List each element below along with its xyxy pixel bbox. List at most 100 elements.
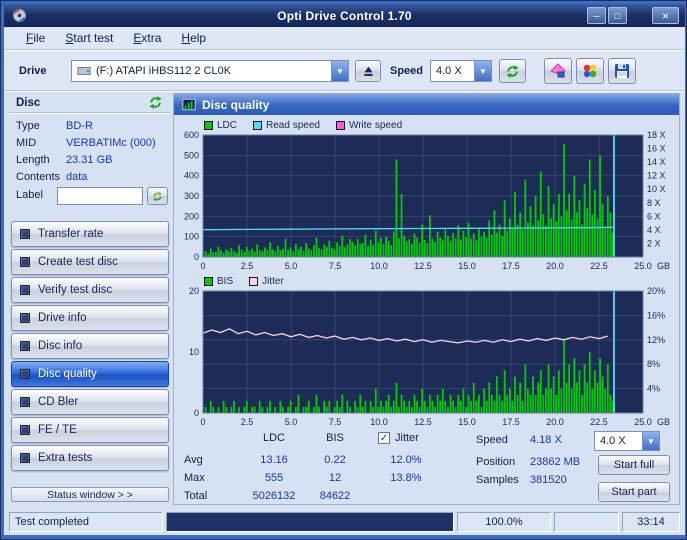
svg-text:4 X: 4 X	[647, 225, 661, 235]
ldc-swatch-icon	[204, 121, 213, 130]
sidebar: Disc Type BD-R MID VERBATIMc (000) Lengt…	[9, 93, 171, 505]
jitter-swatch-icon	[249, 277, 258, 286]
svg-text:12 X: 12 X	[647, 171, 666, 181]
svg-text:12.5: 12.5	[414, 417, 432, 427]
start-full-button[interactable]: Start full	[598, 455, 670, 475]
disc-refresh-icon[interactable]	[148, 95, 163, 110]
svg-text:5.0: 5.0	[285, 417, 298, 427]
svg-text:14 X: 14 X	[647, 157, 666, 167]
eject-button[interactable]	[355, 60, 381, 82]
svg-text:8 X: 8 X	[647, 198, 661, 208]
samples-stat-value: 381520	[530, 474, 567, 486]
close-icon: ×	[662, 9, 669, 23]
transfer-rate-icon	[20, 229, 30, 239]
sidebar-button-create-test-disc[interactable]: Create test disc	[11, 249, 169, 275]
titlebar: Opti Drive Control 1.70 ─ □ ×	[4, 4, 685, 27]
speed-combobox[interactable]: 4.0 X ▼	[430, 60, 492, 82]
disc-quality-panel: Disc quality LDC Read speed Write speed …	[173, 93, 680, 505]
sidebar-button-label: CD Bler	[38, 396, 78, 408]
close-button[interactable]: ×	[652, 7, 679, 24]
ldc-avg-value: 13.16	[238, 454, 310, 466]
svg-text:100: 100	[184, 232, 199, 242]
read-speed-swatch-icon	[253, 121, 262, 130]
sidebar-button-transfer-rate[interactable]: Transfer rate	[11, 221, 169, 247]
cd-bler-icon	[20, 397, 30, 407]
start-part-button[interactable]: Start part	[598, 482, 670, 502]
erase-disc-icon	[550, 63, 566, 79]
speed-stat-value: 4.18 X	[530, 434, 562, 446]
speed-combobox-arrow-icon[interactable]: ▼	[474, 61, 491, 81]
test-speed-combobox-arrow-icon[interactable]: ▼	[642, 432, 659, 450]
status-window-button[interactable]: Status window > >	[11, 487, 169, 502]
app-window: Opti Drive Control 1.70 ─ □ × File Start…	[0, 0, 687, 540]
menu-item-start-test[interactable]: Start test	[55, 29, 123, 47]
svg-text:22.5: 22.5	[590, 261, 608, 271]
disc-info-row-type: Type BD-R	[9, 118, 171, 135]
colors-icon	[582, 63, 598, 79]
create-test-disc-icon	[20, 257, 30, 267]
menu-item-file[interactable]: File	[16, 29, 55, 47]
save-button[interactable]	[608, 58, 636, 84]
ldc-speed-chart: 01002003004005006002 X4 X6 X8 X10 X12 X1…	[175, 131, 678, 271]
sidebar-button-drive-info[interactable]: Drive info	[11, 305, 169, 331]
disc-info-row-mid: MID VERBATIMc (000)	[9, 135, 171, 152]
sidebar-button-disc-quality[interactable]: Disc quality	[11, 361, 169, 387]
test-speed-combobox-value: 4.0 X	[600, 435, 626, 447]
svg-text:12.5: 12.5	[414, 261, 432, 271]
label-refresh-icon	[152, 191, 163, 202]
label-input[interactable]	[57, 187, 143, 205]
svg-text:20.0: 20.0	[546, 417, 564, 427]
client-area: File Start test Extra Help Drive (F:) AT…	[4, 27, 685, 535]
maximize-button[interactable]: □	[608, 7, 627, 24]
legend-jitter: Jitter	[249, 276, 284, 287]
sidebar-button-disc-info[interactable]: Disc info	[11, 333, 169, 359]
type-label: Type	[16, 120, 40, 132]
speed-combobox-value: 4.0 X	[436, 65, 462, 77]
test-speed-combobox[interactable]: 4.0 X ▼	[594, 431, 660, 451]
bis-jitter-chart: 010204%8%12%16%20%02.55.07.510.012.515.0…	[175, 287, 678, 427]
bottom-chart-legend: BIS Jitter	[204, 275, 284, 287]
svg-text:500: 500	[184, 150, 199, 160]
label-label: Label	[16, 189, 43, 201]
jitter-max-value: 13.8%	[374, 472, 438, 484]
length-label: Length	[16, 154, 50, 166]
svg-text:0: 0	[200, 261, 205, 271]
legend-write-speed: Write speed	[336, 120, 402, 131]
svg-text:400: 400	[184, 171, 199, 181]
sidebar-button-extra-tests[interactable]: Extra tests	[11, 445, 169, 471]
refresh-icon	[505, 64, 520, 79]
options-colors-button[interactable]	[576, 58, 604, 84]
sidebar-button-fe-te[interactable]: FE / TE	[11, 417, 169, 443]
disc-quality-title: Disc quality	[202, 98, 269, 112]
bis-legend-label: BIS	[217, 276, 233, 287]
jitter-checkbox[interactable]: ✓	[378, 432, 390, 444]
disc-quality-header-icon	[182, 98, 196, 111]
minimize-button[interactable]: ─	[587, 7, 606, 24]
label-refresh-button[interactable]	[147, 187, 168, 205]
speed-stat-label: Speed	[476, 434, 508, 446]
bis-total-value: 84622	[304, 490, 366, 502]
jitter-legend-label: Jitter	[262, 276, 284, 287]
svg-text:2 X: 2 X	[647, 238, 661, 248]
svg-text:7.5: 7.5	[329, 261, 342, 271]
refresh-speeds-button[interactable]	[499, 59, 526, 83]
erase-disc-button[interactable]	[544, 58, 572, 84]
bis-max-value: 12	[304, 472, 366, 484]
sidebar-button-cd-bler[interactable]: CD Bler	[11, 389, 169, 415]
svg-text:12%: 12%	[647, 335, 665, 345]
svg-text:16%: 16%	[647, 310, 665, 320]
disc-section-header: Disc	[9, 93, 171, 113]
menu-item-extra[interactable]: Extra	[123, 29, 171, 47]
svg-text:10: 10	[189, 347, 199, 357]
svg-text:10 X: 10 X	[647, 184, 666, 194]
svg-text:18 X: 18 X	[647, 131, 666, 140]
drive-combobox-arrow-icon[interactable]: ▼	[331, 61, 348, 81]
menu-item-help[interactable]: Help	[171, 29, 216, 47]
drive-combobox[interactable]: (F:) ATAPI iHBS112 2 CL0K ▼	[71, 60, 349, 82]
ldc-column-header: LDC	[238, 432, 310, 444]
disc-label-row: Label	[9, 187, 171, 207]
mid-value: VERBATIMc (000)	[66, 137, 156, 149]
bis-avg-value: 0.22	[304, 454, 366, 466]
total-row-label: Total	[184, 490, 207, 502]
sidebar-button-verify-test-disc[interactable]: Verify test disc	[11, 277, 169, 303]
